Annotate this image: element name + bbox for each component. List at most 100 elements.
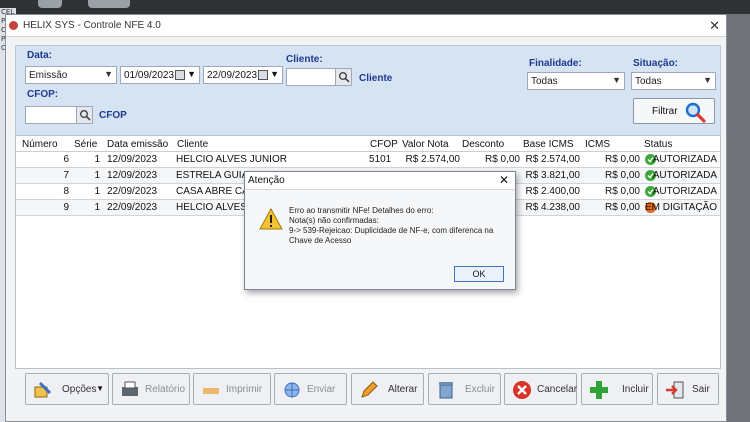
relatorio-button[interactable]: Relatório bbox=[112, 373, 190, 405]
cell-base-icms: R$ 3.821,00 bbox=[525, 170, 581, 181]
situacao-select[interactable]: Todas ▼ bbox=[631, 72, 716, 90]
dialog-title-bar: Atenção ✕ bbox=[245, 172, 515, 190]
cell-base-icms: R$ 4.238,00 bbox=[525, 202, 581, 213]
cell-icms: R$ 0,00 bbox=[604, 154, 640, 165]
opcoes-label: Opções bbox=[62, 384, 97, 395]
cell-numero: 7 bbox=[63, 170, 69, 181]
filtrar-button[interactable]: Filtrar bbox=[633, 98, 715, 124]
attention-dialog: Atenção ✕ Erro ao transmitir NFe! Detalh… bbox=[244, 171, 516, 290]
chevron-down-icon[interactable]: ▼ bbox=[187, 69, 196, 79]
cell-data: 22/09/2023 bbox=[107, 186, 158, 197]
cliente-link[interactable]: Cliente bbox=[359, 73, 392, 84]
cfop-input[interactable] bbox=[25, 106, 93, 124]
cell-base-icms: R$ 2.400,00 bbox=[525, 186, 581, 197]
message-line: Erro ao transmitir NFe! Detalhes do erro… bbox=[289, 206, 434, 215]
cell-serie: 1 bbox=[94, 202, 100, 213]
pencil-icon bbox=[361, 381, 378, 398]
ok-button[interactable]: OK bbox=[454, 266, 504, 282]
exit-door-icon bbox=[666, 381, 684, 399]
col-serie[interactable]: Série bbox=[74, 139, 97, 150]
imprimir-label: Imprimir bbox=[226, 384, 263, 395]
date-to-value: 22/09/2023 bbox=[207, 70, 258, 81]
cell-serie: 1 bbox=[94, 170, 100, 181]
cell-cliente: HELCIO ALVES JUNIOR bbox=[176, 154, 287, 165]
situacao-label: Situação: bbox=[633, 58, 679, 69]
cell-numero: 9 bbox=[63, 202, 69, 213]
chevron-down-icon: ▼ bbox=[104, 69, 113, 79]
data-type-value: Emissão bbox=[29, 70, 68, 81]
calendar-icon[interactable] bbox=[258, 70, 268, 80]
col-numero[interactable]: Número bbox=[22, 139, 58, 150]
date-from-input[interactable]: 01/09/2023 ▼ bbox=[120, 66, 200, 84]
excluir-label: Excluir bbox=[465, 384, 496, 395]
data-type-select[interactable]: Emissão ▼ bbox=[25, 66, 117, 84]
sair-label: Sair bbox=[692, 384, 710, 395]
cancel-icon bbox=[513, 381, 531, 399]
print-icon bbox=[203, 388, 219, 394]
cell-data: 22/09/2023 bbox=[107, 202, 158, 213]
search-icon[interactable] bbox=[76, 107, 92, 123]
photo-top-edge bbox=[0, 0, 750, 14]
finalidade-label: Finalidade: bbox=[529, 58, 582, 69]
cell-status: AUTORIZADA bbox=[652, 186, 717, 197]
message-line: Nota(s) não confirmadas: bbox=[289, 216, 379, 225]
col-base-icms[interactable]: Base ICMS bbox=[523, 139, 574, 150]
table-row[interactable]: 6 1 12/09/2023 HELCIO ALVES JUNIOR 5101 … bbox=[16, 152, 720, 168]
chevron-down-icon: ▼ bbox=[703, 75, 712, 85]
window-close-button[interactable]: ✕ bbox=[709, 18, 720, 34]
dialog-message: Erro ao transmitir NFe! Detalhes do erro… bbox=[289, 206, 509, 246]
cell-cfop: 5101 bbox=[369, 154, 392, 165]
app-logo-icon bbox=[9, 21, 18, 30]
opcoes-button[interactable]: Opções ▼ bbox=[25, 373, 109, 405]
cfop-label: CFOP: bbox=[27, 89, 59, 100]
calendar-icon[interactable] bbox=[175, 70, 185, 80]
date-to-input[interactable]: 22/09/2023 ▼ bbox=[203, 66, 283, 84]
photo-artifact bbox=[88, 0, 130, 8]
filtrar-label: Filtrar bbox=[652, 106, 678, 117]
action-toolbar: Opções ▼ Relatório Imprimir Enviar Alter… bbox=[15, 373, 721, 407]
dialog-close-button[interactable]: ✕ bbox=[499, 173, 509, 187]
finalidade-select[interactable]: Todas ▼ bbox=[527, 72, 625, 90]
date-from-value: 01/09/2023 bbox=[124, 70, 175, 81]
plus-icon bbox=[590, 381, 608, 399]
globe-send-icon bbox=[284, 382, 300, 398]
situacao-value: Todas bbox=[635, 76, 662, 87]
cliente-label: Cliente: bbox=[286, 54, 323, 65]
alterar-button[interactable]: Alterar bbox=[351, 373, 424, 405]
col-desconto[interactable]: Desconto bbox=[462, 139, 504, 150]
excluir-button[interactable]: Excluir bbox=[428, 373, 501, 405]
trash-icon bbox=[439, 382, 453, 399]
magnifier-icon bbox=[685, 102, 706, 123]
col-status[interactable]: Status bbox=[644, 139, 672, 150]
imprimir-button[interactable]: Imprimir bbox=[193, 373, 271, 405]
cell-status: EM DIGITAÇÃO bbox=[644, 202, 717, 213]
cell-data: 12/09/2023 bbox=[107, 170, 158, 181]
col-data-emissao[interactable]: Data emissão bbox=[107, 139, 168, 150]
options-icon bbox=[34, 381, 52, 398]
window-title: HELIX SYS - Controle NFE 4.0 bbox=[23, 20, 161, 31]
title-bar: HELIX SYS - Controle NFE 4.0 ✕ bbox=[6, 15, 726, 37]
cell-icms: R$ 0,00 bbox=[604, 202, 640, 213]
cell-desconto: R$ 0,00 bbox=[484, 154, 520, 165]
search-icon[interactable] bbox=[335, 69, 351, 85]
col-icms[interactable]: ICMS bbox=[585, 139, 610, 150]
printer-report-icon bbox=[122, 381, 138, 396]
col-cfop[interactable]: CFOP bbox=[370, 139, 398, 150]
chevron-down-icon: ▼ bbox=[96, 384, 104, 393]
sair-button[interactable]: Sair bbox=[657, 373, 719, 405]
finalidade-value: Todas bbox=[531, 76, 558, 87]
cancelar-button[interactable]: Cancelar bbox=[504, 373, 577, 405]
filter-panel: Data: Emissão ▼ 01/09/2023 ▼ 22/09/2023 … bbox=[15, 45, 721, 137]
enviar-button[interactable]: Enviar bbox=[274, 373, 347, 405]
cliente-input[interactable] bbox=[286, 68, 352, 86]
cfop-link[interactable]: CFOP bbox=[99, 110, 127, 121]
relatorio-label: Relatório bbox=[145, 384, 186, 395]
col-valor-nota[interactable]: Valor Nota bbox=[402, 139, 449, 150]
col-cliente[interactable]: Cliente bbox=[177, 139, 208, 150]
cell-numero: 8 bbox=[63, 186, 69, 197]
chevron-down-icon[interactable]: ▼ bbox=[270, 69, 279, 79]
alterar-label: Alterar bbox=[388, 384, 418, 395]
cell-numero: 6 bbox=[63, 154, 69, 165]
incluir-button[interactable]: Incluir bbox=[581, 373, 653, 405]
cancelar-label: Cancelar bbox=[537, 384, 578, 395]
